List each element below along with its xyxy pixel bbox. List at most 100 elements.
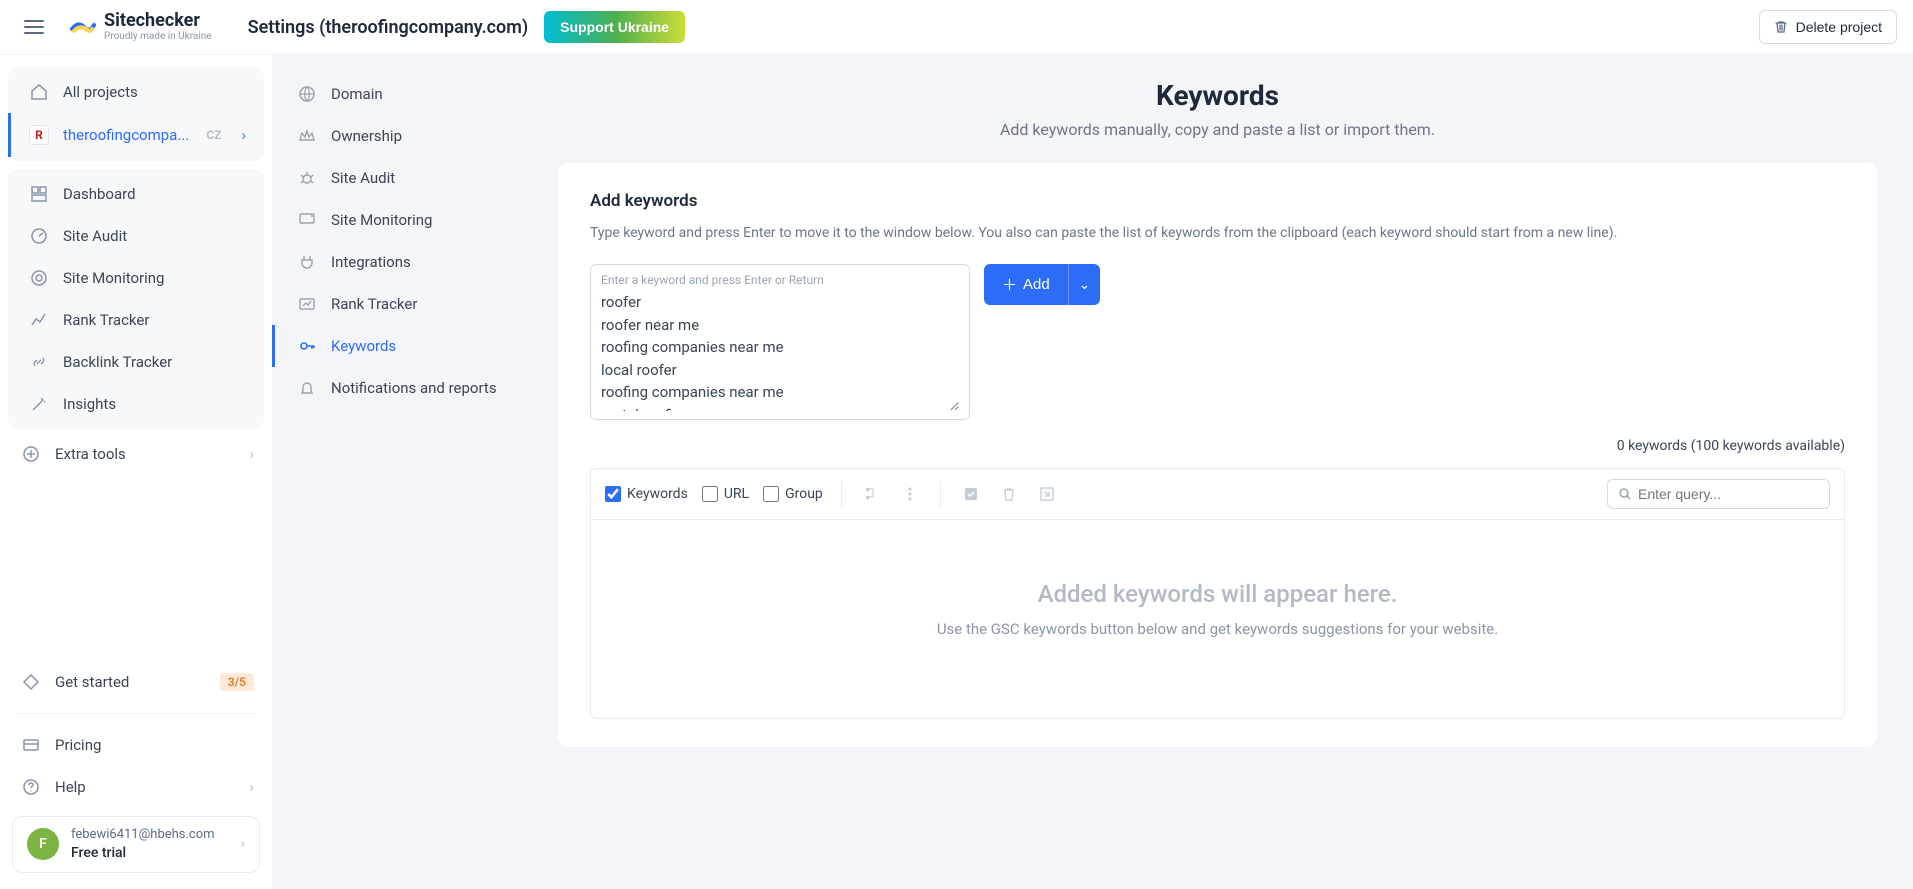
sidebar-project[interactable]: R theroofingcompa... CZ › xyxy=(8,113,264,157)
card-icon xyxy=(21,736,41,754)
support-ukraine-button[interactable]: Support Ukraine xyxy=(544,11,685,43)
plus-circle-icon xyxy=(21,445,41,463)
search-icon xyxy=(1618,487,1632,501)
settings-nav-notifications[interactable]: Notifications and reports xyxy=(272,367,522,409)
avatar: F xyxy=(27,828,59,860)
sidebar-item-rank-tracker[interactable]: Rank Tracker xyxy=(8,299,264,341)
settings-nav-label: Domain xyxy=(331,85,383,103)
settings-nav-label: Keywords xyxy=(331,337,396,355)
filter-keywords-checkbox[interactable]: Keywords xyxy=(605,486,688,502)
crown-icon xyxy=(297,127,317,145)
chevron-right-icon: › xyxy=(241,836,245,852)
section-title: Add keywords xyxy=(590,191,1845,211)
expand-icon[interactable] xyxy=(1035,482,1059,506)
delete-project-button[interactable]: Delete project xyxy=(1759,10,1897,44)
chevron-down-icon: ⌄ xyxy=(1079,277,1090,292)
settings-nav-integrations[interactable]: Integrations xyxy=(272,241,522,283)
menu-icon[interactable] xyxy=(16,12,52,42)
link-icon xyxy=(29,353,49,371)
trash-icon xyxy=(1774,20,1788,34)
sidebar-item-insights[interactable]: Insights xyxy=(8,383,264,425)
empty-state-title: Added keywords will appear here. xyxy=(611,580,1824,608)
user-plan: Free trial xyxy=(71,844,229,862)
settings-nav-rank-tracker[interactable]: Rank Tracker xyxy=(272,283,522,325)
table-search-input[interactable] xyxy=(1638,486,1819,502)
main-content: Keywords Add keywords manually, copy and… xyxy=(522,55,1913,889)
add-button[interactable]: ＋ Add xyxy=(984,264,1068,305)
settings-nav-site-audit[interactable]: Site Audit xyxy=(272,157,522,199)
add-dropdown-button[interactable]: ⌄ xyxy=(1068,264,1100,305)
delete-project-label: Delete project xyxy=(1796,19,1882,35)
project-locale-badge: CZ xyxy=(206,128,221,142)
sidebar-all-projects-label: All projects xyxy=(63,83,138,101)
diamond-icon xyxy=(21,673,41,691)
main-title: Keywords xyxy=(558,79,1877,112)
section-description: Type keyword and press Enter to move it … xyxy=(590,223,1845,244)
select-all-icon[interactable] xyxy=(959,482,983,506)
sidebar-project-name: theroofingcompa... xyxy=(63,126,189,144)
sidebar-item-dashboard[interactable]: Dashboard xyxy=(8,173,264,215)
filter-url-checkbox[interactable]: URL xyxy=(702,486,749,502)
sidebar-get-started-label: Get started xyxy=(55,673,129,691)
settings-nav-label: Site Audit xyxy=(331,169,395,187)
sidebar-item-site-audit[interactable]: Site Audit xyxy=(8,215,264,257)
table-search[interactable] xyxy=(1607,479,1830,509)
settings-nav-site-monitoring[interactable]: Site Monitoring xyxy=(272,199,522,241)
key-icon xyxy=(297,337,317,355)
chevron-right-icon: › xyxy=(249,778,254,796)
logo-name: Sitechecker xyxy=(104,12,212,30)
sidebar-item-label: Rank Tracker xyxy=(63,311,149,329)
plug-icon xyxy=(297,253,317,271)
sidebar-help-label: Help xyxy=(55,778,86,796)
sidebar-item-site-monitoring[interactable]: Site Monitoring xyxy=(8,257,264,299)
sidebar-item-label: Insights xyxy=(63,395,116,413)
settings-nav-label: Integrations xyxy=(331,253,411,271)
logo-tagline: Proudly made in Ukraine xyxy=(104,32,212,42)
sidebar-item-label: Dashboard xyxy=(63,185,136,203)
sidebar-item-label: Site Monitoring xyxy=(63,269,164,287)
app-header: Sitechecker Proudly made in Ukraine Sett… xyxy=(0,0,1913,55)
settings-nav-label: Ownership xyxy=(331,127,402,145)
gauge-icon xyxy=(29,227,49,245)
user-account-card[interactable]: F febewi6411@hbehs.com Free trial › xyxy=(12,816,260,873)
more-vertical-icon[interactable] xyxy=(898,482,922,506)
sidebar-pricing[interactable]: Pricing xyxy=(0,724,272,766)
sidebar-pricing-label: Pricing xyxy=(55,736,101,754)
settings-nav-ownership[interactable]: Ownership xyxy=(272,115,522,157)
globe-icon xyxy=(297,85,317,103)
sidebar-help[interactable]: Help › xyxy=(0,766,272,808)
primary-sidebar: All projects R theroofingcompa... CZ › D… xyxy=(0,55,272,889)
delete-icon[interactable] xyxy=(997,482,1021,506)
keywords-textarea-wrap: Enter a keyword and press Enter or Retur… xyxy=(590,264,970,420)
keywords-card: Add keywords Type keyword and press Ente… xyxy=(558,163,1877,747)
bug-icon xyxy=(297,169,317,187)
dashboard-icon xyxy=(29,185,49,203)
filter-group-checkbox[interactable]: Group xyxy=(763,486,823,502)
sidebar-all-projects[interactable]: All projects xyxy=(8,71,264,113)
empty-state: Added keywords will appear here. Use the… xyxy=(591,520,1844,718)
settings-nav-label: Notifications and reports xyxy=(331,379,497,397)
get-started-progress-badge: 3/5 xyxy=(220,673,254,691)
settings-nav-label: Site Monitoring xyxy=(331,211,432,229)
keywords-counter: 0 keywords (100 keywords available) xyxy=(590,438,1845,454)
sidebar-get-started[interactable]: Get started 3/5 xyxy=(0,661,272,703)
help-icon xyxy=(21,778,41,796)
sidebar-extra-tools[interactable]: Extra tools › xyxy=(0,433,272,475)
logo[interactable]: Sitechecker Proudly made in Ukraine xyxy=(68,12,212,42)
add-button-label: Add xyxy=(1023,276,1050,293)
sidebar-item-backlink-tracker[interactable]: Backlink Tracker xyxy=(8,341,264,383)
page-title: Settings (theroofingcompany.com) xyxy=(248,17,529,38)
settings-nav-domain[interactable]: Domain xyxy=(272,73,522,115)
settings-sidebar: Domain Ownership Site Audit Site Monitor… xyxy=(272,55,522,889)
settings-nav-label: Rank Tracker xyxy=(331,295,417,313)
bell-icon xyxy=(297,379,317,397)
monitor-icon xyxy=(297,211,317,229)
keywords-textarea[interactable] xyxy=(601,291,959,411)
home-icon xyxy=(29,83,49,101)
chevron-right-icon: › xyxy=(249,445,254,463)
chart-line-icon xyxy=(29,311,49,329)
sidebar-item-label: Backlink Tracker xyxy=(63,353,172,371)
empty-state-subtitle: Use the GSC keywords button below and ge… xyxy=(611,620,1824,638)
settings-nav-keywords[interactable]: Keywords xyxy=(272,325,522,367)
tree-icon[interactable] xyxy=(860,482,884,506)
